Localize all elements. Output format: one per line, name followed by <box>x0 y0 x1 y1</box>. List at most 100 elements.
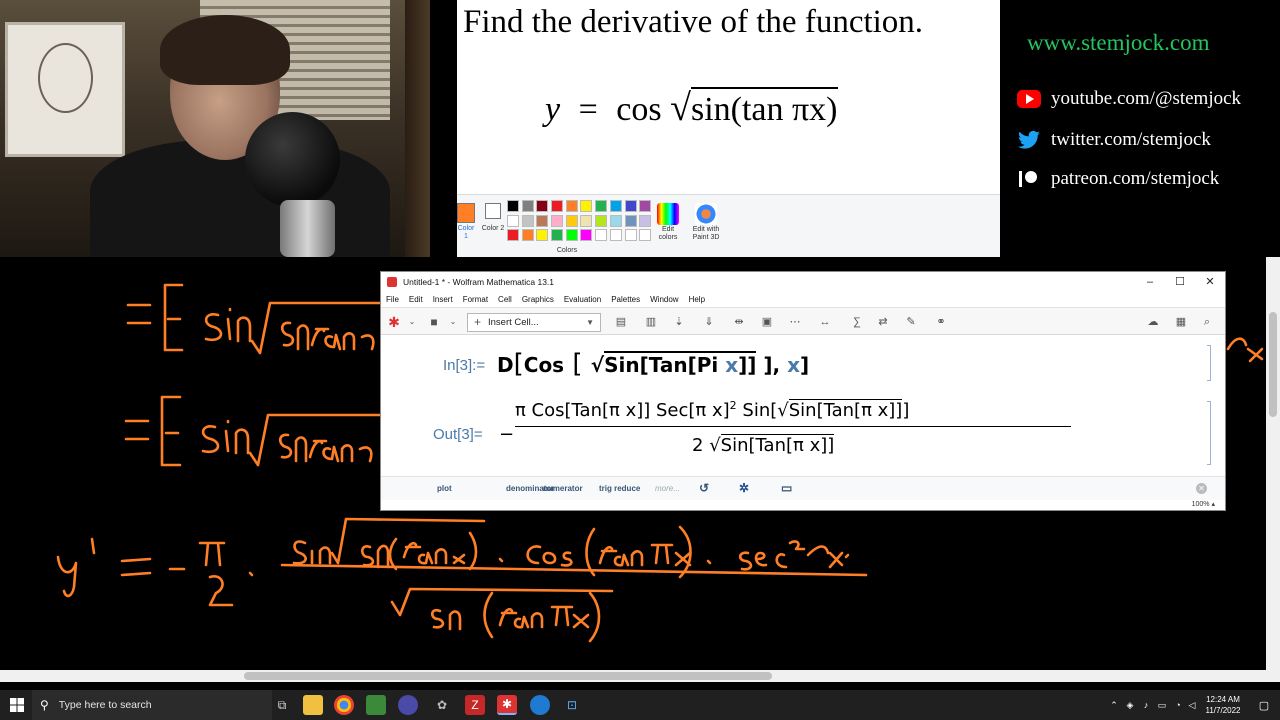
menu-item-cell[interactable]: Cell <box>498 295 512 304</box>
palette-swatch[interactable] <box>580 229 593 242</box>
stop-icon[interactable]: ■ <box>426 314 442 330</box>
link-icon[interactable]: ⚭ <box>933 314 949 330</box>
horizontal-scrollbar-thumb[interactable] <box>244 672 772 680</box>
snip-icon[interactable]: ⊡ <box>562 695 582 715</box>
palette-swatch[interactable] <box>609 200 622 212</box>
windows-start-icon[interactable] <box>10 698 24 712</box>
split-cell-icon[interactable]: ⇹ <box>731 314 747 330</box>
documentation-icon[interactable]: ▦ <box>1173 314 1189 330</box>
pen-icon[interactable]: ✎ <box>903 314 919 330</box>
output-cell-bracket[interactable] <box>1207 401 1211 465</box>
chevron-down-icon[interactable]: ⌄ <box>445 314 461 330</box>
palette-swatch[interactable] <box>595 229 608 242</box>
frame-icon[interactable]: ▣ <box>759 314 775 330</box>
insert-output-icon[interactable]: ⇓ <box>701 314 717 330</box>
palette-swatch[interactable] <box>551 200 564 212</box>
edge-icon[interactable] <box>530 695 550 715</box>
mathematica-taskbar-icon[interactable]: ✱ <box>497 695 517 715</box>
palette-swatch[interactable] <box>595 214 608 227</box>
palette-swatch[interactable] <box>565 200 578 212</box>
menu-item-insert[interactable]: Insert <box>433 295 453 304</box>
inkscape-icon[interactable]: ✿ <box>432 695 452 715</box>
palette-swatch[interactable] <box>521 200 534 212</box>
color2-swatch[interactable] <box>485 203 501 219</box>
notification-icon[interactable]: ▢ <box>1254 695 1274 715</box>
vertical-scrollbar[interactable] <box>1266 257 1280 670</box>
palette-swatch[interactable] <box>551 214 564 227</box>
palette-swatch[interactable] <box>580 214 593 227</box>
expand-icon[interactable]: ↔ <box>817 314 833 330</box>
menu-item-window[interactable]: Window <box>650 295 678 304</box>
vertical-scrollbar-thumb[interactable] <box>1269 312 1277 417</box>
group-cells-icon[interactable]: ▥ <box>643 314 659 330</box>
network-icon[interactable]: ◈ <box>1124 695 1136 715</box>
palette-swatch[interactable] <box>639 200 652 212</box>
palette-swatch[interactable] <box>536 200 549 212</box>
input-cell-bracket[interactable] <box>1207 345 1211 381</box>
palette-swatch[interactable] <box>624 200 637 212</box>
search-icon[interactable]: ⌕ <box>1199 314 1215 330</box>
evaluate-gear-icon[interactable]: ✱ <box>386 314 402 330</box>
settings-gear-icon[interactable]: ✲ <box>739 481 749 495</box>
palette-swatch[interactable] <box>521 229 534 242</box>
notepad-icon[interactable] <box>366 695 386 715</box>
input-cell-code[interactable]: D[Cos [ √Sin[Tan[Pi x]] ], x] <box>497 349 809 379</box>
filezilla-icon[interactable]: Z <box>465 695 485 715</box>
maximize-icon[interactable]: ☐ <box>1165 274 1195 290</box>
palette-swatch[interactable] <box>624 229 637 242</box>
minimize-icon[interactable]: – <box>1135 274 1165 290</box>
insert-input-icon[interactable]: ⇣ <box>671 314 687 330</box>
palette-swatch[interactable] <box>507 229 519 242</box>
menu-item-palettes[interactable]: Palettes <box>611 295 640 304</box>
taskbar-search-box[interactable]: ⚲ Type here to search <box>32 690 272 720</box>
cell-bracket-icon[interactable]: ▤ <box>613 314 629 330</box>
suggestion-trig-reduce[interactable]: trig reduce <box>599 484 640 493</box>
edit-colors-icon[interactable] <box>657 203 679 225</box>
chevron-up-icon[interactable]: ⌃ <box>1108 695 1120 715</box>
palette-swatch[interactable] <box>595 200 608 212</box>
volume-icon[interactable]: ◁ <box>1186 695 1198 715</box>
menu-item-file[interactable]: File <box>386 295 399 304</box>
palette-swatch[interactable] <box>565 229 578 242</box>
substitute-icon[interactable]: ⇄ <box>875 314 891 330</box>
menu-item-evaluation[interactable]: Evaluation <box>564 295 601 304</box>
horizontal-scrollbar[interactable] <box>0 670 1280 682</box>
suggestion-plot[interactable]: plot <box>437 484 452 493</box>
palette-swatch[interactable] <box>536 229 549 242</box>
menu-item-help[interactable]: Help <box>689 295 705 304</box>
file-explorer-icon[interactable] <box>303 695 323 715</box>
palette-swatch[interactable] <box>624 214 637 227</box>
microphone-icon[interactable]: ♪ <box>1140 695 1152 715</box>
undo-icon[interactable]: ↺ <box>699 481 709 495</box>
wifi-icon[interactable]: ◔ <box>1172 695 1184 715</box>
zoom-status[interactable]: 100% ▴ <box>381 500 1225 511</box>
menu-item-format[interactable]: Format <box>463 295 488 304</box>
chrome-icon[interactable] <box>334 695 354 715</box>
obs-icon[interactable] <box>398 695 418 715</box>
suggestion-numerator[interactable]: numerator <box>543 484 583 493</box>
palette-swatch[interactable] <box>609 214 622 227</box>
palette-swatch[interactable] <box>565 214 578 227</box>
sum-icon[interactable]: ∑ <box>849 314 865 330</box>
chevron-down-icon[interactable]: ⌄ <box>404 314 420 330</box>
task-view-icon[interactable]: ⧉ <box>272 695 292 715</box>
palette-swatch[interactable] <box>536 214 549 227</box>
menu-item-graphics[interactable]: Graphics <box>522 295 554 304</box>
color1-swatch[interactable] <box>457 203 475 223</box>
palette-swatch[interactable] <box>639 214 652 227</box>
palette-swatch[interactable] <box>521 214 534 227</box>
insert-cell-dropdown[interactable]: + Insert Cell... ▼ <box>467 313 601 332</box>
menu-item-edit[interactable]: Edit <box>409 295 423 304</box>
close-suggestions-icon[interactable]: ✕ <box>1196 483 1207 494</box>
comment-icon[interactable]: ▭ <box>781 481 792 495</box>
cloud-icon[interactable]: ☁ <box>1145 314 1161 330</box>
ellipsis-icon[interactable]: ⋯ <box>787 314 803 330</box>
palette-swatch[interactable] <box>507 200 519 212</box>
taskbar-clock[interactable]: 12:24 AM 11/7/2022 <box>1198 694 1248 716</box>
close-icon[interactable]: ✕ <box>1195 274 1225 290</box>
paint3d-icon[interactable] <box>695 203 717 225</box>
suggestion-more[interactable]: more... <box>655 484 680 493</box>
palette-swatch[interactable] <box>551 229 564 242</box>
palette-swatch[interactable] <box>507 214 519 227</box>
palette-swatch[interactable] <box>609 229 622 242</box>
